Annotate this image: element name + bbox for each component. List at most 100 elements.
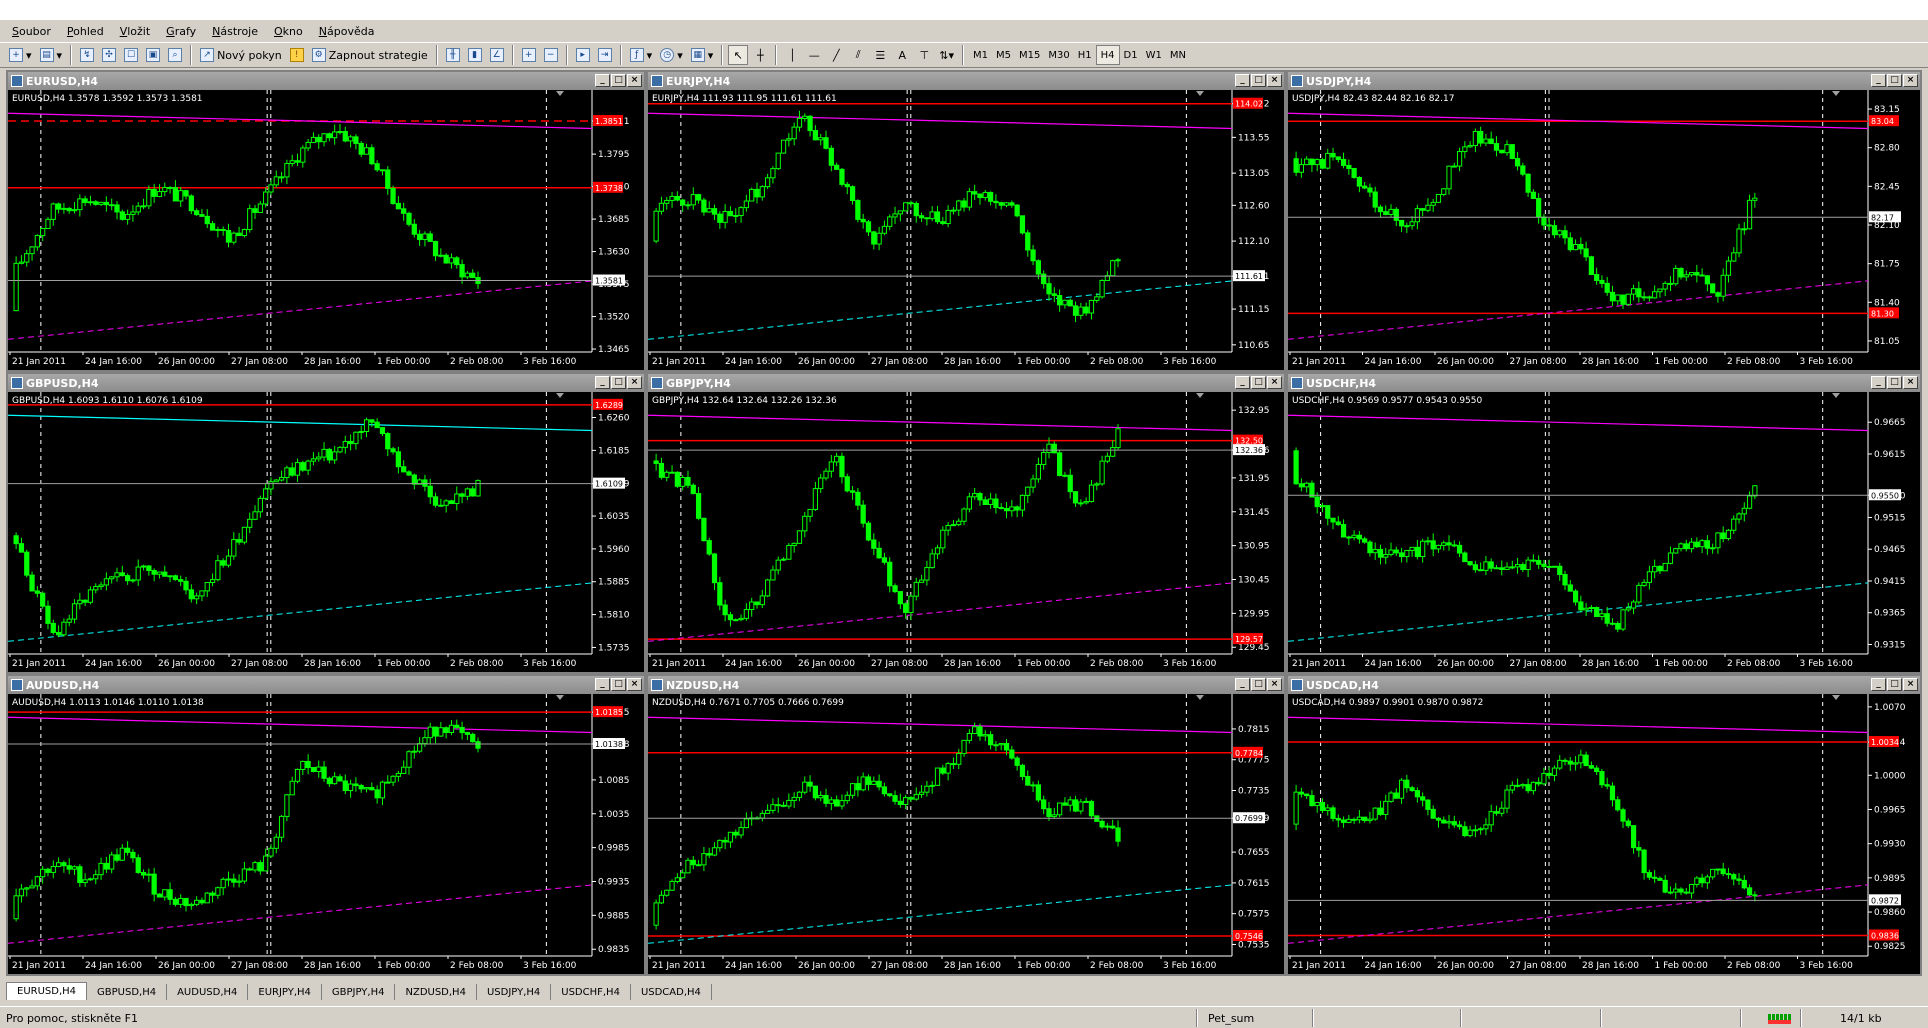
- crosshair-button[interactable]: ┼: [750, 45, 770, 65]
- chart-tab-nzdusd[interactable]: NZDUSD,H4: [395, 984, 477, 1000]
- timeframe-d1-button[interactable]: D1: [1120, 45, 1142, 65]
- market-watch-button[interactable]: ↯: [77, 45, 97, 65]
- chart-tab-eurusd[interactable]: EURUSD,H4: [6, 982, 88, 1000]
- maximize-icon[interactable]: □: [1251, 376, 1266, 389]
- close-icon[interactable]: ×: [627, 74, 642, 87]
- price-chart[interactable]: 129.45 129.95 130.45 130.95 131.45 131.95 132.…: [648, 392, 1284, 672]
- chart-window-gbpjpy[interactable]: GBPJPY,H4 _ □ × 129.45 129.95 130.45 130.95 131.…: [646, 372, 1286, 674]
- price-chart[interactable]: 0.9315 0.9365 0.9415 0.9465 0.9515 0.9550 0.96…: [1288, 392, 1920, 672]
- timeframe-h1-button[interactable]: H1: [1074, 45, 1096, 65]
- maximize-icon[interactable]: □: [1251, 678, 1266, 691]
- menu-vlozit[interactable]: Vložit: [112, 23, 158, 40]
- price-chart[interactable]: 0.7535 0.7575 0.7615 0.7655 0.7699 0.7735 0.77…: [648, 694, 1284, 974]
- chart-tab-gbpjpy[interactable]: GBPJPY,H4: [322, 984, 396, 1000]
- close-icon[interactable]: ×: [1267, 74, 1282, 87]
- close-icon[interactable]: ×: [627, 376, 642, 389]
- close-icon[interactable]: ×: [1267, 376, 1282, 389]
- price-chart[interactable]: 110.65 111.15 111.61 112.10 112.60 113.05 113.…: [648, 90, 1284, 370]
- chart-titlebar[interactable]: USDJPY,H4 _ □ ×: [1288, 72, 1920, 90]
- menu-pohled[interactable]: Pohled: [59, 23, 112, 40]
- timeframe-m15-button[interactable]: M15: [1015, 45, 1044, 65]
- profiles-button[interactable]: ▤ ▾: [37, 45, 66, 65]
- timeframe-m30-button[interactable]: M30: [1044, 45, 1073, 65]
- minimize-icon[interactable]: _: [595, 678, 610, 691]
- minimize-icon[interactable]: _: [1871, 74, 1886, 87]
- maximize-icon[interactable]: □: [1251, 74, 1266, 87]
- fibonacci-button[interactable]: ☰: [870, 45, 890, 65]
- zoom-in-button[interactable]: +: [519, 45, 539, 65]
- timeframe-w1-button[interactable]: W1: [1142, 45, 1166, 65]
- menu-napoveda[interactable]: Nápověda: [311, 23, 383, 40]
- channel-button[interactable]: ⫽: [848, 45, 868, 65]
- candle-chart-button[interactable]: ▮: [465, 45, 485, 65]
- close-icon[interactable]: ×: [1903, 376, 1918, 389]
- menu-grafy[interactable]: Grafy: [158, 23, 204, 40]
- minimize-icon[interactable]: _: [1235, 74, 1250, 87]
- chart-titlebar[interactable]: NZDUSD,H4 _ □ ×: [648, 676, 1284, 694]
- templates-button[interactable]: ▦ ▾: [688, 45, 717, 65]
- chart-window-eurjpy[interactable]: EURJPY,H4 _□× 110.65 111.15 111.61 112.10 112.…: [646, 70, 1286, 372]
- price-chart[interactable]: 0.9825 0.9860 0.9895 0.9930 0.9965 1.0000 1.00…: [1288, 694, 1920, 974]
- trendline-button[interactable]: ╱: [826, 45, 846, 65]
- minimize-icon[interactable]: _: [1235, 376, 1250, 389]
- price-chart[interactable]: 1.5735 1.5810 1.5885 1.5960 1.6035 1.6109 1.61…: [8, 392, 644, 672]
- minimize-icon[interactable]: _: [1871, 678, 1886, 691]
- minimize-icon[interactable]: _: [1871, 376, 1886, 389]
- chart-titlebar[interactable]: EURUSD,H4 _ □ ×: [8, 72, 644, 90]
- zoom-out-button[interactable]: −: [541, 45, 561, 65]
- new-chart-button[interactable]: + ▾: [6, 45, 35, 65]
- chart-window-audusd[interactable]: AUDUSD,H4 _ □ × 0.9835 0.9885 0.9935 0.9985 1.00…: [6, 674, 646, 976]
- history-button[interactable]: ⌕: [165, 45, 185, 65]
- chart-tab-usdchf[interactable]: USDCHF,H4: [551, 984, 631, 1000]
- chart-window-eurusd[interactable]: EURUSD,H4_□×1.34651.35201.35751.36301.36…: [6, 70, 646, 372]
- timeframe-m5-button[interactable]: M5: [992, 45, 1015, 65]
- bar-chart-button[interactable]: ╫: [443, 45, 463, 65]
- minimize-icon[interactable]: _: [595, 376, 610, 389]
- price-chart[interactable]: 1.34651.35201.35751.36301.36851.37401.37…: [8, 90, 644, 370]
- chart-window-nzdusd[interactable]: NZDUSD,H4 _□× 0.7535 0.7575 0.7615 0.7655 0.76…: [646, 674, 1286, 976]
- chart-titlebar[interactable]: USDCAD,H4 _ □ ×: [1288, 676, 1920, 694]
- chart-tab-usdjpy[interactable]: USDJPY,H4: [477, 984, 552, 1000]
- autotrading-button[interactable]: ⚙ Zapnout strategie: [309, 45, 431, 65]
- close-icon[interactable]: ×: [627, 678, 642, 691]
- maximize-icon[interactable]: □: [1887, 678, 1902, 691]
- line-chart-button[interactable]: ∠: [487, 45, 507, 65]
- chart-shift-button[interactable]: ⇥: [595, 45, 615, 65]
- new-order-button[interactable]: ↗ Nový pokyn: [197, 45, 285, 65]
- cursor-button[interactable]: ↖: [728, 45, 749, 65]
- terminal-button[interactable]: ☐: [121, 45, 141, 65]
- minimize-icon[interactable]: _: [1235, 678, 1250, 691]
- menu-soubor[interactable]: Soubor: [4, 23, 59, 40]
- alert-button[interactable]: !: [287, 45, 307, 65]
- chart-window-usdjpy[interactable]: USDJPY,H4 _ □ × 81.05 81.40 81.75 82.10 82.45 82.…: [1286, 70, 1922, 372]
- maximize-icon[interactable]: □: [1887, 376, 1902, 389]
- maximize-icon[interactable]: □: [611, 678, 626, 691]
- periods-button[interactable]: ◷ ▾: [657, 45, 686, 65]
- chart-tab-usdcad[interactable]: USDCAD,H4: [631, 984, 712, 1000]
- chart-titlebar[interactable]: GBPUSD,H4 _ □ ×: [8, 374, 644, 392]
- close-icon[interactable]: ×: [1267, 678, 1282, 691]
- chart-titlebar[interactable]: EURJPY,H4 _ □ ×: [648, 72, 1284, 90]
- timeframe-m1-button[interactable]: M1: [969, 45, 992, 65]
- close-icon[interactable]: ×: [1903, 74, 1918, 87]
- minimize-icon[interactable]: _: [595, 74, 610, 87]
- text-label-button[interactable]: ⊤: [914, 45, 934, 65]
- chart-window-gbpusd[interactable]: GBPUSD,H4 _ □ × 1.5735 1.5810 1.5885 1.5960 1.60…: [6, 372, 646, 674]
- chart-tab-eurjpy[interactable]: EURJPY,H4: [248, 984, 322, 1000]
- maximize-icon[interactable]: □: [1887, 74, 1902, 87]
- chart-tab-audusd[interactable]: AUDUSD,H4: [167, 984, 249, 1000]
- timeframe-h4-button[interactable]: H4: [1095, 45, 1120, 65]
- tester-button[interactable]: ▣: [143, 45, 163, 65]
- maximize-icon[interactable]: □: [611, 74, 626, 87]
- text-button[interactable]: A: [892, 45, 912, 65]
- price-chart[interactable]: 81.05 81.40 81.75 82.10 82.45 82.80 83.15 21 Ja…: [1288, 90, 1920, 370]
- chart-titlebar[interactable]: GBPJPY,H4 _ □ ×: [648, 374, 1284, 392]
- chart-titlebar[interactable]: USDCHF,H4 _ □ ×: [1288, 374, 1920, 392]
- auto-scroll-button[interactable]: ▸: [573, 45, 593, 65]
- chart-titlebar[interactable]: AUDUSD,H4 _ □ ×: [8, 676, 644, 694]
- navigator-button[interactable]: ✣: [99, 45, 119, 65]
- chart-window-usdchf[interactable]: USDCHF,H4 _ □ × 0.9315 0.9365 0.9415 0.9465 0.95…: [1286, 372, 1922, 674]
- maximize-icon[interactable]: □: [611, 376, 626, 389]
- timeframe-mn-button[interactable]: MN: [1166, 45, 1190, 65]
- price-chart[interactable]: 0.9835 0.9885 0.9935 0.9985 1.0035 1.0085 1.01…: [8, 694, 644, 974]
